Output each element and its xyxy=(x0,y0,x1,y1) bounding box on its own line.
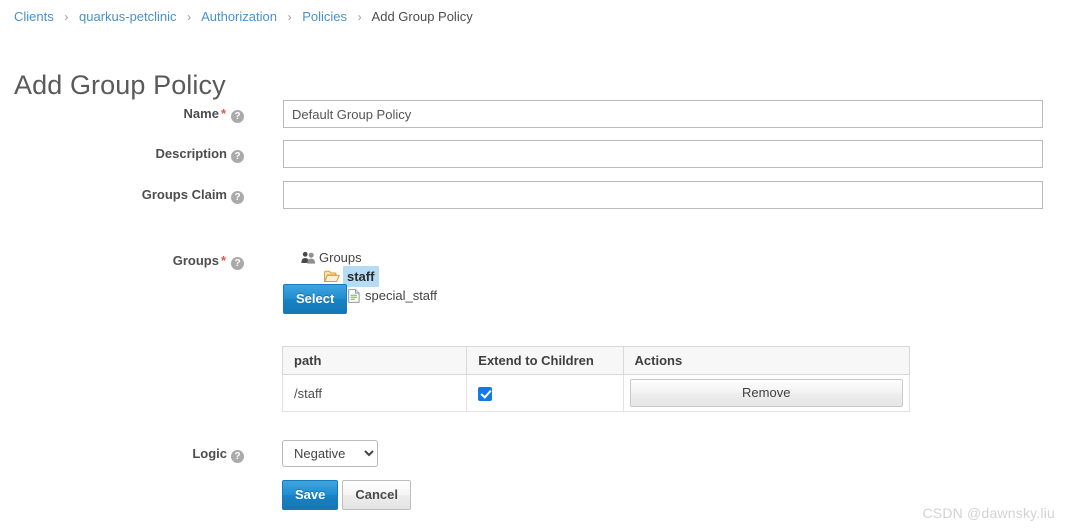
group-paths-table: path Extend to Children Actions /staff R… xyxy=(281,346,911,412)
cell-extend-to-children xyxy=(466,374,624,412)
tree-node-label: special_staff xyxy=(365,288,438,303)
name-label: Name *? xyxy=(0,105,244,123)
watermark: CSDN @dawnsky.liu xyxy=(922,505,1055,521)
breadcrumb: Clients › quarkus-petclinic › Authorizat… xyxy=(14,9,473,25)
name-required-marker: * xyxy=(220,106,226,121)
column-header-path: path xyxy=(281,346,468,375)
form-row-groups-claim: Groups Claim? xyxy=(0,181,1069,222)
page-title: Add Group Policy xyxy=(14,70,226,101)
save-button[interactable]: Save xyxy=(282,480,339,510)
breadcrumb-item-quarkus-petclinic[interactable]: quarkus-petclinic xyxy=(79,9,177,24)
description-input[interactable] xyxy=(283,140,1043,168)
remove-button[interactable]: Remove xyxy=(629,379,903,407)
form-action-bar: Save Cancel xyxy=(282,480,412,510)
breadcrumb-item-clients[interactable]: Clients xyxy=(14,9,54,24)
breadcrumb-separator: › xyxy=(64,10,69,24)
breadcrumb-separator: › xyxy=(187,10,192,24)
logic-select[interactable]: Positive Negative xyxy=(282,440,378,467)
users-group-icon xyxy=(300,250,316,266)
table-head: path Extend to Children Actions xyxy=(281,346,911,375)
groups-claim-label: Groups Claim? xyxy=(0,186,244,204)
breadcrumb-separator: › xyxy=(287,10,292,24)
column-header-extend-to-children: Extend to Children xyxy=(466,346,624,375)
description-label: Description? xyxy=(0,145,244,163)
groups-label: Groups *? xyxy=(0,252,244,270)
document-icon xyxy=(346,288,362,304)
groups-claim-input[interactable] xyxy=(283,181,1043,209)
name-label-text: Name xyxy=(183,106,219,121)
form-row-logic: Logic? Positive Negative xyxy=(0,440,1069,480)
help-circle-icon[interactable]: ? xyxy=(231,257,244,270)
tree-node-label: staff xyxy=(343,266,380,287)
tree-node-label: Groups xyxy=(319,250,362,265)
select-button[interactable]: Select xyxy=(283,284,348,314)
form-row-description: Description? xyxy=(0,140,1069,181)
breadcrumb-item-current: Add Group Policy xyxy=(371,9,473,24)
logic-label-text: Logic xyxy=(192,446,227,461)
column-header-actions: Actions xyxy=(622,346,911,375)
form-row-groups: Groups *? Groups staff special_staff Sel… xyxy=(0,222,1069,314)
groups-claim-label-text: Groups Claim xyxy=(141,187,227,202)
groups-required-marker: * xyxy=(220,253,226,268)
add-group-policy-form: Name*? Description? Groups Claim? Groups… xyxy=(0,100,1069,314)
folder-open-icon xyxy=(324,269,340,285)
cell-actions: Remove xyxy=(622,374,911,412)
table-body: /staff Remove xyxy=(281,374,911,412)
help-circle-icon[interactable]: ? xyxy=(231,191,244,204)
cancel-button[interactable]: Cancel xyxy=(342,480,412,510)
table-header-row: path Extend to Children Actions xyxy=(281,346,911,375)
groups-label-text: Groups xyxy=(172,253,219,268)
breadcrumb-separator: › xyxy=(357,10,362,24)
logic-label: Logic? xyxy=(0,445,244,463)
breadcrumb-item-policies[interactable]: Policies xyxy=(302,9,347,24)
extend-to-children-checkbox[interactable] xyxy=(478,386,493,401)
table-row: /staff Remove xyxy=(281,374,911,412)
name-input[interactable] xyxy=(283,100,1043,128)
help-circle-icon[interactable]: ? xyxy=(231,450,244,463)
form-row-name: Name *? xyxy=(0,100,1069,140)
help-circle-icon[interactable]: ? xyxy=(231,150,244,163)
tree-node-groups[interactable]: Groups xyxy=(300,248,437,267)
breadcrumb-item-authorization[interactable]: Authorization xyxy=(201,9,277,24)
description-label-text: Description xyxy=(155,146,227,161)
cell-path: /staff xyxy=(281,374,468,412)
help-circle-icon[interactable]: ? xyxy=(231,110,244,123)
